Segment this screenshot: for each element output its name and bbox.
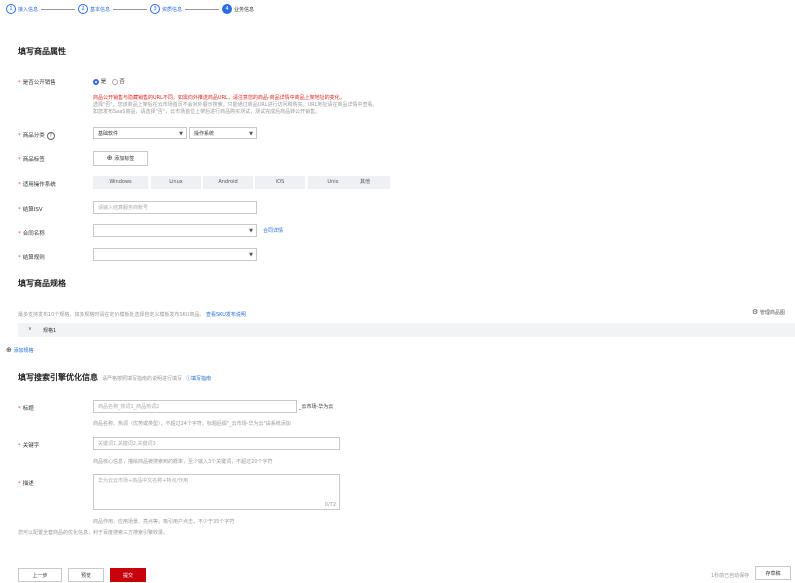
add-tag-button[interactable]: ⊕ 添加标签	[93, 151, 148, 166]
radio-yes[interactable]	[93, 78, 99, 85]
seo-footer-note: 您可以配置全套商品的优化信息，利于百度搜索三方搜索引擎收录。	[18, 530, 169, 536]
os-option-android[interactable]: Android	[203, 176, 253, 189]
description-textarea[interactable]: 华为云云市场+商品中文名称+特点/作用 0/72	[93, 474, 340, 510]
seo-title-label: * 标题	[18, 406, 34, 412]
contract-details-link[interactable]: 合同详情	[263, 227, 283, 234]
stepper: 1 接入信息 2 基本信息 3 资质信息 4 业务信息	[6, 4, 254, 14]
prev-button[interactable]: 上一步	[18, 568, 62, 582]
settlement-label: * 结算规则	[18, 255, 45, 261]
os-label: * 适用操作系统	[18, 182, 56, 188]
tag-label: * 商品标签	[18, 157, 45, 163]
contract-label: * 合同名称	[18, 231, 45, 237]
title-help: 商品名称、热词（优势或类型），不超过24个字符。标题后缀"_云市场-华为云"由系…	[93, 421, 291, 427]
keyword-label: * 关键字	[18, 443, 40, 449]
gear-icon: ⚙	[752, 308, 759, 316]
category-label: * 商品分类 ?	[18, 131, 55, 140]
step-divider	[113, 8, 148, 10]
preview-button[interactable]: 预览	[68, 568, 104, 582]
chevron-down-icon: ▼	[179, 131, 183, 137]
section-title-attributes: 填写商品属性	[18, 47, 66, 56]
public-sale-warning: 商品公开销售与隐藏销售的URL不同，如需向外推送商品URL，请注意您的商品-商品…	[93, 95, 345, 101]
os-option-windows[interactable]: Windows	[93, 176, 148, 189]
chevron-down-icon: ▼	[249, 131, 253, 137]
section-seo-header: 填写搜索引擎优化信息 请严格按照填写指南的说明进行填写 ⓘ填写指南	[18, 373, 212, 382]
public-sale-note: 如您发布SaaS商品，请选择"否"，云市场首位上架后进行商品购买测试，测试完成后…	[93, 109, 321, 115]
step-divider	[185, 8, 220, 10]
help-icon[interactable]: ?	[46, 131, 55, 140]
specs-description: 最多支持发布10个规格，如多规格时请在定价模板处选择自定义模板发布SKU商品。 …	[18, 312, 246, 318]
os-option-linux[interactable]: Linux	[151, 176, 201, 189]
step-1[interactable]: 1 接入信息	[6, 4, 38, 14]
radio-no[interactable]	[111, 78, 118, 85]
seo-title-input[interactable]: 商品名称_热词1_商品热词2	[93, 400, 297, 413]
submit-button[interactable]: 提交	[110, 568, 146, 582]
step-4[interactable]: 4 业务信息	[222, 4, 254, 14]
category-select-2[interactable]: 操作系统 ▼	[189, 127, 257, 139]
chevron-down-icon: ▼	[249, 228, 253, 234]
title-suffix: _云市场-华为云	[299, 404, 334, 410]
keyword-help: 商品核心信息，描绘商品被搜索到的概率，至少输入3个关键词，不超过20个字符	[93, 459, 273, 465]
section-title-specs: 填写商品规格	[18, 279, 66, 288]
settlement-select[interactable]: ▼	[93, 248, 257, 261]
public-sale-note: 选择"否"，您该商品上架后在云市场首页不会对外展示搜索，只能通过商品URL进行访…	[93, 102, 378, 108]
guide-link[interactable]: ⓘ填写指南	[186, 375, 211, 382]
isv-label: * 结算ISV	[18, 207, 43, 213]
os-option-ios[interactable]: iOS	[255, 176, 305, 189]
step-divider	[41, 8, 76, 10]
plus-circle-icon: ⊕	[106, 154, 113, 162]
section-title-seo: 填写搜索引擎优化信息	[18, 373, 98, 382]
add-spec-button[interactable]: ⊕ 添加规格	[6, 346, 33, 354]
chevron-down-icon: ▼	[249, 252, 253, 258]
chevron-down-icon: ∨	[28, 326, 32, 332]
char-counter: 0/72	[324, 502, 336, 508]
sku-help-link[interactable]: 查看SKU发布说明	[206, 312, 246, 318]
manage-images-button[interactable]: ⚙ 管理商品图	[752, 308, 785, 316]
public-sale-label: * 是否公开销售	[18, 80, 56, 86]
os-option-other[interactable]: 其他	[340, 176, 390, 189]
keyword-input[interactable]: 关键词1,关键词2,关键词3	[93, 437, 340, 450]
contract-select[interactable]: ▼	[93, 224, 257, 237]
isv-input[interactable]: 请输入结算服务商账号	[93, 201, 257, 214]
step-3[interactable]: 3 资质信息	[150, 4, 182, 14]
plus-circle-icon: ⊕	[6, 346, 12, 354]
category-select-1[interactable]: 基础软件 ▼	[93, 127, 187, 139]
description-label: * 描述	[18, 481, 34, 487]
step-2[interactable]: 2 基本信息	[78, 4, 110, 14]
spec-name: 规格1	[43, 328, 57, 334]
public-sale-radio-group: 是 否	[93, 77, 125, 85]
spec-row[interactable]: ∨ 规格1	[18, 323, 795, 337]
description-help: 商品作用、应用场景、亮点等，吸引用户点击，不少于35个字符	[93, 519, 235, 525]
